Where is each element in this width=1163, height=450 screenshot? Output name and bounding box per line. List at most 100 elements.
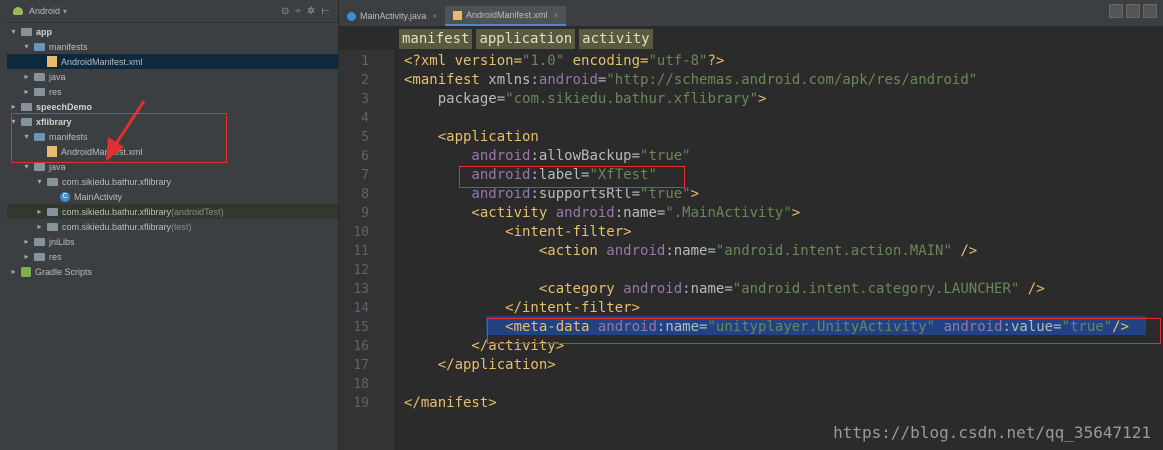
code-line[interactable]: 18 [353, 375, 1163, 394]
code-token: android [404, 186, 531, 202]
line-number: 7 [361, 168, 369, 183]
restore-icon[interactable] [1143, 4, 1157, 18]
code-area[interactable]: 1 <?xml version="1.0" encoding="utf-8"?> 2… [353, 50, 1163, 450]
expanded-arrow-icon[interactable]: ▾ [35, 177, 44, 186]
code-line[interactable]: 6 android:allowBackup="true" [361, 147, 1163, 166]
line-code: </application> [404, 356, 556, 375]
code-line[interactable]: 12 [353, 261, 1163, 280]
folder-icon [34, 252, 45, 261]
line-number: 3 [361, 92, 369, 107]
tree-item[interactable]: ▸ com.sikiedu.bathur.xflibrary (test) [7, 219, 338, 234]
code-line[interactable]: 9 <activity android:name=".MainActivity"… [361, 204, 1163, 223]
code-token: package [404, 91, 497, 107]
class-icon [347, 11, 356, 21]
line-number: 10 [353, 225, 369, 240]
tree-item-label: res [49, 86, 62, 97]
tree-item[interactable]: ▸ com.sikiedu.bathur.xflibrary (androidTe… [7, 204, 338, 219]
collapsed-arrow-icon[interactable]: ▸ [9, 267, 18, 276]
tree-item-label: java [49, 161, 66, 172]
line-code: <?xml version="1.0" encoding="utf-8"?> [404, 52, 724, 71]
tree-item[interactable]: ▸ jniLibs [7, 234, 338, 249]
line-number: 8 [361, 187, 369, 202]
code-token: <?xml version= [404, 53, 523, 69]
expanded-arrow-icon[interactable]: ▾ [22, 42, 31, 51]
code-line[interactable]: 1 <?xml version="1.0" encoding="utf-8"?> [361, 52, 1163, 71]
code-line[interactable]: 14 </intent-filter> [353, 299, 1163, 318]
collapsed-arrow-icon[interactable]: ▸ [22, 87, 31, 96]
editor-tab[interactable]: MainActivity.java × [339, 6, 445, 26]
code-token: "1.0" [522, 53, 565, 69]
tree-item[interactable]: ▾ com.sikiedu.bathur.xflibrary [7, 174, 338, 189]
code-line[interactable]: 4 [361, 109, 1163, 128]
xml-file-icon [453, 10, 463, 20]
code-token: > [690, 186, 700, 202]
hide-icon[interactable]: ⊢ [321, 6, 330, 17]
line-code: <intent-filter> [404, 223, 631, 242]
maximize-icon[interactable] [1126, 4, 1140, 18]
code-token: "com.sikiedu.bathur.xflibrary" [505, 91, 759, 107]
folder-icon [34, 87, 45, 96]
editor-tab[interactable]: AndroidManifest.xml × [445, 6, 567, 26]
close-icon[interactable]: × [432, 12, 437, 21]
code-token: </manifest> [404, 395, 497, 411]
line-code: </intent-filter> [404, 299, 640, 318]
code-token: = [496, 91, 506, 107]
watermark: https://blog.csdn.net/qq_35647121 [833, 423, 1151, 442]
split-icon[interactable] [1109, 4, 1123, 18]
code-line[interactable]: 13 <category android:name="android.inten… [353, 280, 1163, 299]
tree-item-label: Gradle Scripts [35, 266, 93, 277]
close-icon[interactable]: × [554, 11, 559, 20]
line-number: 9 [361, 206, 369, 221]
code-token: = [707, 243, 716, 259]
code-token: "android.intent.category.LAUNCHER" [732, 281, 1020, 297]
line-number: 5 [361, 130, 369, 145]
code-token: :allowBackup [530, 148, 632, 164]
collapsed-arrow-icon[interactable]: ▸ [35, 207, 44, 216]
code-token: = [631, 148, 641, 164]
tree-item[interactable]: ▸ res [7, 249, 338, 264]
line-code: <action android:name="android.intent.act… [404, 242, 977, 261]
tree-item-label: res [49, 251, 62, 262]
tree-item[interactable]: C MainActivity [7, 189, 338, 204]
tree-item[interactable]: ▾ manifests [7, 39, 338, 54]
tree-item[interactable]: ▾ app [7, 24, 338, 39]
code-token: :name [682, 281, 725, 297]
tree-item[interactable]: AndroidManifest.xml [7, 54, 338, 69]
breadcrumb-item[interactable]: application [476, 29, 576, 49]
expanded-arrow-icon[interactable]: ▾ [9, 27, 18, 36]
collapsed-arrow-icon[interactable]: ▸ [9, 102, 18, 111]
code-token: android [538, 72, 598, 88]
package-icon [47, 222, 58, 231]
expanded-arrow-icon[interactable]: ▾ [22, 162, 31, 171]
project-panel: Android ▾ ⊙ ÷ ✲ ⊢ ▾ app ▾ manifests AndroidM… [7, 0, 338, 450]
gear-icon[interactable]: ✲ [307, 6, 315, 17]
tree-item[interactable]: ▸ speechDemo [7, 99, 338, 114]
code-token: > [791, 205, 801, 221]
collapsed-arrow-icon[interactable]: ▸ [22, 237, 31, 246]
collapsed-arrow-icon[interactable]: ▸ [35, 222, 44, 231]
code-line[interactable]: 17 </application> [353, 356, 1163, 375]
collapsed-arrow-icon[interactable]: ▸ [22, 72, 31, 81]
tree-item[interactable]: ▸ Gradle Scripts [7, 264, 338, 279]
code-line[interactable]: 3 package="com.sikiedu.bathur.xflibrary"… [361, 90, 1163, 109]
code-token: <action [404, 243, 607, 259]
project-view-selector[interactable]: Android [29, 6, 60, 16]
code-line[interactable]: 5 <application [361, 128, 1163, 147]
collapse-icon[interactable]: ÷ [295, 6, 301, 17]
sync-icon[interactable]: ⊙ [281, 6, 289, 17]
code-line[interactable]: 2 <manifest xmlns:android="http://schemas… [361, 71, 1163, 90]
code-line[interactable]: 19 </manifest> [353, 394, 1163, 413]
code-token: encoding= [564, 53, 649, 69]
code-token: <manifest [404, 72, 489, 88]
collapsed-arrow-icon[interactable]: ▸ [22, 252, 31, 261]
chevron-down-icon[interactable]: ▾ [63, 7, 67, 16]
line-code: <manifest xmlns:android="http://schemas.… [404, 71, 977, 90]
editor-pane: MainActivity.java × AndroidManifest.xml × m… [339, 0, 1163, 450]
code-line[interactable]: 11 <action android:name="android.intent.… [353, 242, 1163, 261]
folder-icon [34, 237, 45, 246]
code-line[interactable]: 10 <intent-filter> [353, 223, 1163, 242]
tree-item[interactable]: ▸ java [7, 69, 338, 84]
tree-item[interactable]: ▸ res [7, 84, 338, 99]
breadcrumb-item[interactable]: activity [579, 29, 653, 49]
breadcrumb-item[interactable]: manifest [399, 29, 473, 49]
